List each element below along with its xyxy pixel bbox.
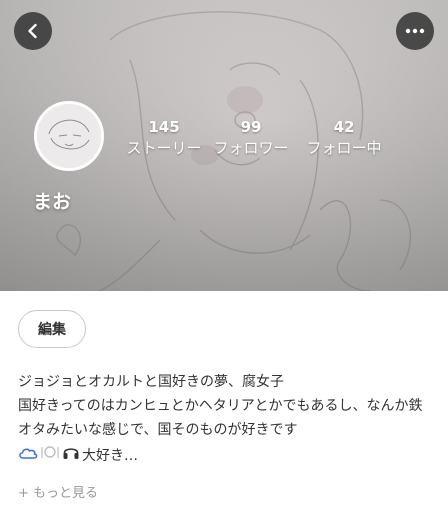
stat-stories-count: 145 [148,118,180,136]
profile-stats: 145 ストーリー 99 フォロワー 42 フォロー中 [118,118,396,158]
profile-name: まお [33,191,72,213]
stat-following-label: フォロー中 [306,139,382,157]
bio-line: 大好き… [18,442,432,470]
avatar-illustration [37,104,101,168]
stat-stories[interactable]: 145 ストーリー [118,118,210,158]
cloud-icon [18,444,38,468]
stat-followers[interactable]: 99 フォロワー [210,118,292,158]
headphones-icon [62,444,80,468]
avatar[interactable] [34,101,104,171]
edit-profile-button[interactable]: 編集 [18,310,86,348]
plate-cutlery-icon [40,444,60,468]
bio-line: ジョジョとオカルトと国好きの夢、腐女子 [18,374,284,390]
more-options-button[interactable] [396,12,434,50]
show-more-link[interactable]: + もっと見る [18,482,98,501]
stat-followers-count: 99 [240,118,262,136]
bio-line: 国好きってのはカンヒュとかヘタリアとかでもあるし、なんか鉄オタみたいな感じで、国… [18,398,423,438]
more-horizontal-icon [405,28,425,34]
chevron-left-icon [28,23,37,39]
profile-bio: ジョジョとオカルトと国好きの夢、腐女子 国好きってのはカンヒュとかヘタリアとかで… [18,370,432,470]
stat-following-count: 42 [333,118,355,136]
stat-stories-label: ストーリー [126,139,202,157]
stat-following[interactable]: 42 フォロー中 [292,118,396,158]
back-button[interactable] [14,12,52,50]
stat-followers-label: フォロワー [213,139,289,157]
bio-line3-text: 大好き… [82,448,138,464]
